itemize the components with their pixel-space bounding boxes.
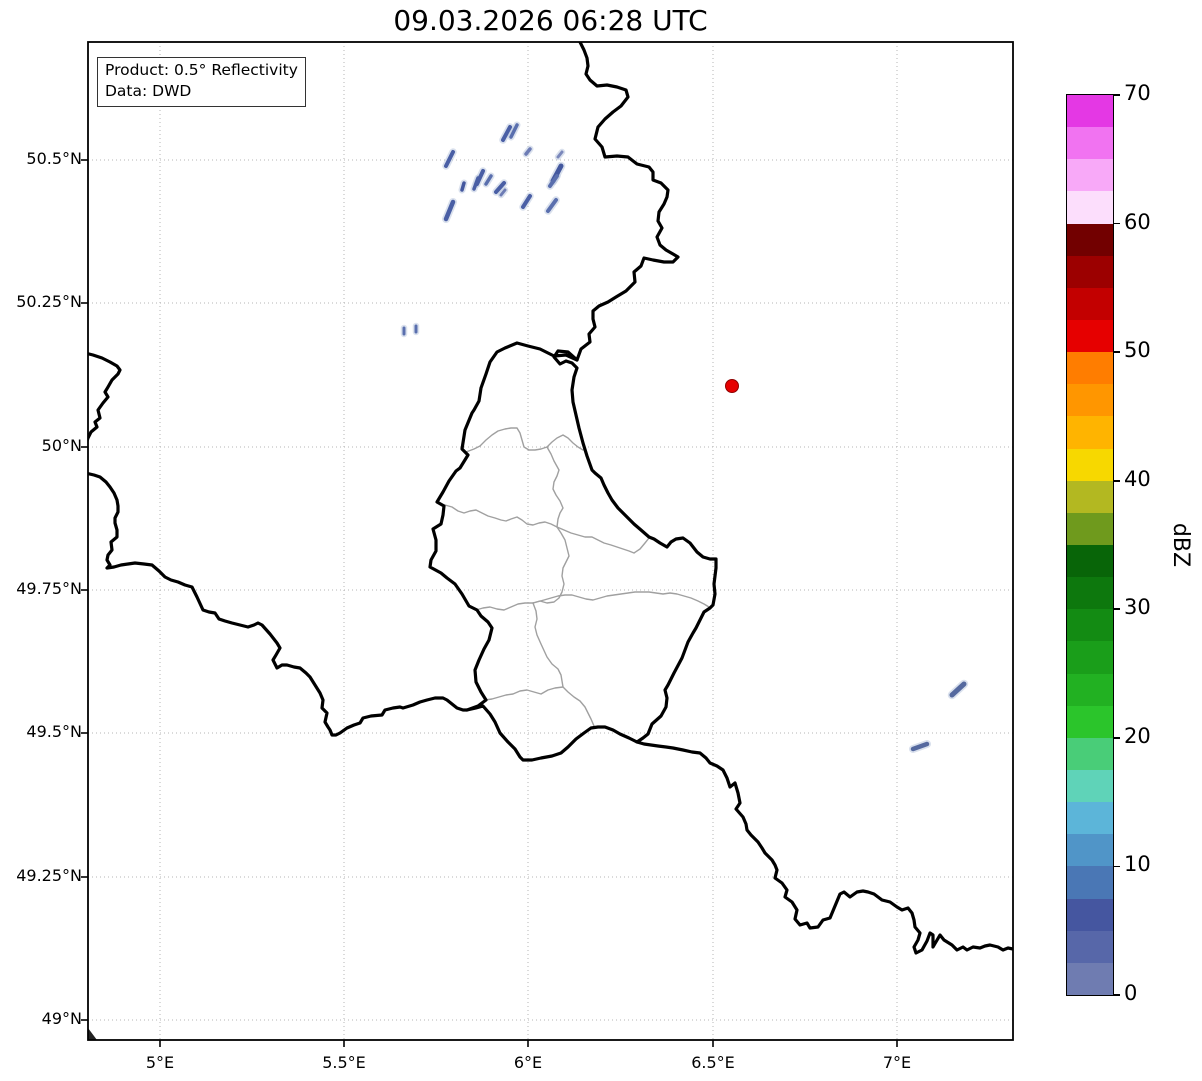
border-france-germany <box>635 740 1013 955</box>
location-marker <box>725 379 739 393</box>
colorbar-tick-mark <box>1113 865 1120 868</box>
y-tick-label: 49.75°N <box>16 579 82 598</box>
colorbar-tick-label: 10 <box>1124 852 1151 877</box>
x-tick-label: 5.5°E <box>322 1053 366 1072</box>
canton-border-line <box>532 602 595 727</box>
canton-border-line <box>484 686 564 701</box>
colorbar <box>1066 94 1114 996</box>
colorbar-tick-label: 20 <box>1124 723 1151 748</box>
colorbar-segment <box>1067 127 1113 160</box>
colorbar-segment <box>1067 802 1113 835</box>
axis-tick-marks <box>81 159 898 1047</box>
colorbar-tick-mark <box>1113 608 1120 611</box>
x-tick-label: 5°E <box>145 1053 175 1072</box>
colorbar-tick-mark <box>1113 479 1120 482</box>
y-tick-label: 49.5°N <box>26 722 82 741</box>
colorbar-segment <box>1067 962 1113 995</box>
x-tick-label: 7°E <box>882 1053 912 1072</box>
y-tick-label: 50.5°N <box>26 149 82 168</box>
map-plot <box>81 41 1014 1047</box>
canton-border-line <box>444 504 558 528</box>
y-tick-label: 50.25°N <box>16 292 82 311</box>
border-france-belgium <box>88 472 469 737</box>
country-borders <box>88 42 1013 1040</box>
colorbar-tick-mark <box>1113 994 1120 996</box>
radar-figure: 09.03.2026 06:28 UTC Product: 0.5° Refle… <box>0 0 1202 1081</box>
colorbar-tick-label: 0 <box>1124 981 1138 1005</box>
plot-frame <box>87 41 1014 1041</box>
colorbar-tick-mark <box>1113 351 1120 353</box>
colorbar-segment <box>1067 448 1113 481</box>
colorbar-segment <box>1067 384 1113 417</box>
y-tick-label: 49°N <box>41 1009 82 1028</box>
colorbar-tick-mark <box>1113 222 1120 225</box>
border-luxembourg <box>428 341 718 762</box>
colorbar-tick-label: 50 <box>1124 338 1151 363</box>
colorbar-segment <box>1067 866 1113 899</box>
info-box-product: Product: 0.5° Reflectivity <box>105 61 298 79</box>
colorbar-segment <box>1067 287 1113 320</box>
colorbar-tick-label: 70 <box>1124 81 1151 105</box>
colorbar-segment <box>1067 159 1113 192</box>
colorbar-segment <box>1067 737 1113 770</box>
border-france-belgium-givet <box>88 352 122 444</box>
colorbar-tick-mark <box>1113 94 1120 96</box>
colorbar-label: dBZ <box>1168 522 1193 568</box>
colorbar-segment <box>1067 95 1113 128</box>
info-box-source: Data: DWD <box>105 82 192 101</box>
canton-border-line <box>532 591 710 608</box>
canton-border-line <box>468 602 534 611</box>
border-belgium-germany <box>575 42 680 362</box>
x-tick-label: 6.5°E <box>691 1053 735 1072</box>
colorbar-segment <box>1067 191 1113 224</box>
info-box: Product: 0.5° Reflectivity Data: DWD <box>97 57 306 107</box>
colorbar-segment <box>1067 480 1113 513</box>
colorbar-segment <box>1067 609 1113 642</box>
colorbar-segment <box>1067 769 1113 803</box>
colorbar-segment <box>1067 673 1113 706</box>
colorbar-segment <box>1067 223 1113 256</box>
colorbar-tick-label: 40 <box>1124 466 1151 491</box>
canton-border-line <box>465 427 584 453</box>
colorbar-segment <box>1067 255 1113 288</box>
y-tick-label: 49.25°N <box>16 866 82 885</box>
colorbar-segment <box>1067 705 1113 738</box>
colorbar-segment <box>1067 352 1113 385</box>
colorbar-segment <box>1067 512 1113 545</box>
y-tick-label: 50°N <box>41 436 82 455</box>
gridlines <box>88 42 1013 1040</box>
colorbar-segment <box>1067 930 1113 963</box>
radar-echo <box>460 181 466 192</box>
canton-border-line <box>532 446 570 604</box>
colorbar-tick-mark <box>1113 737 1120 739</box>
colorbar-segment <box>1067 834 1113 867</box>
colorbar-segment <box>1067 641 1113 674</box>
colorbar-segment <box>1067 544 1113 578</box>
border-corner-fragment <box>88 1028 97 1040</box>
colorbar-tick-label: 30 <box>1124 595 1151 620</box>
colorbar-segment <box>1067 416 1113 449</box>
colorbar-segment <box>1067 898 1113 931</box>
colorbar-segment <box>1067 319 1113 353</box>
x-tick-label: 6°E <box>513 1053 543 1072</box>
colorbar-tick-label: 60 <box>1124 209 1151 234</box>
canton-border-line <box>556 526 650 554</box>
colorbar-segment <box>1067 577 1113 610</box>
